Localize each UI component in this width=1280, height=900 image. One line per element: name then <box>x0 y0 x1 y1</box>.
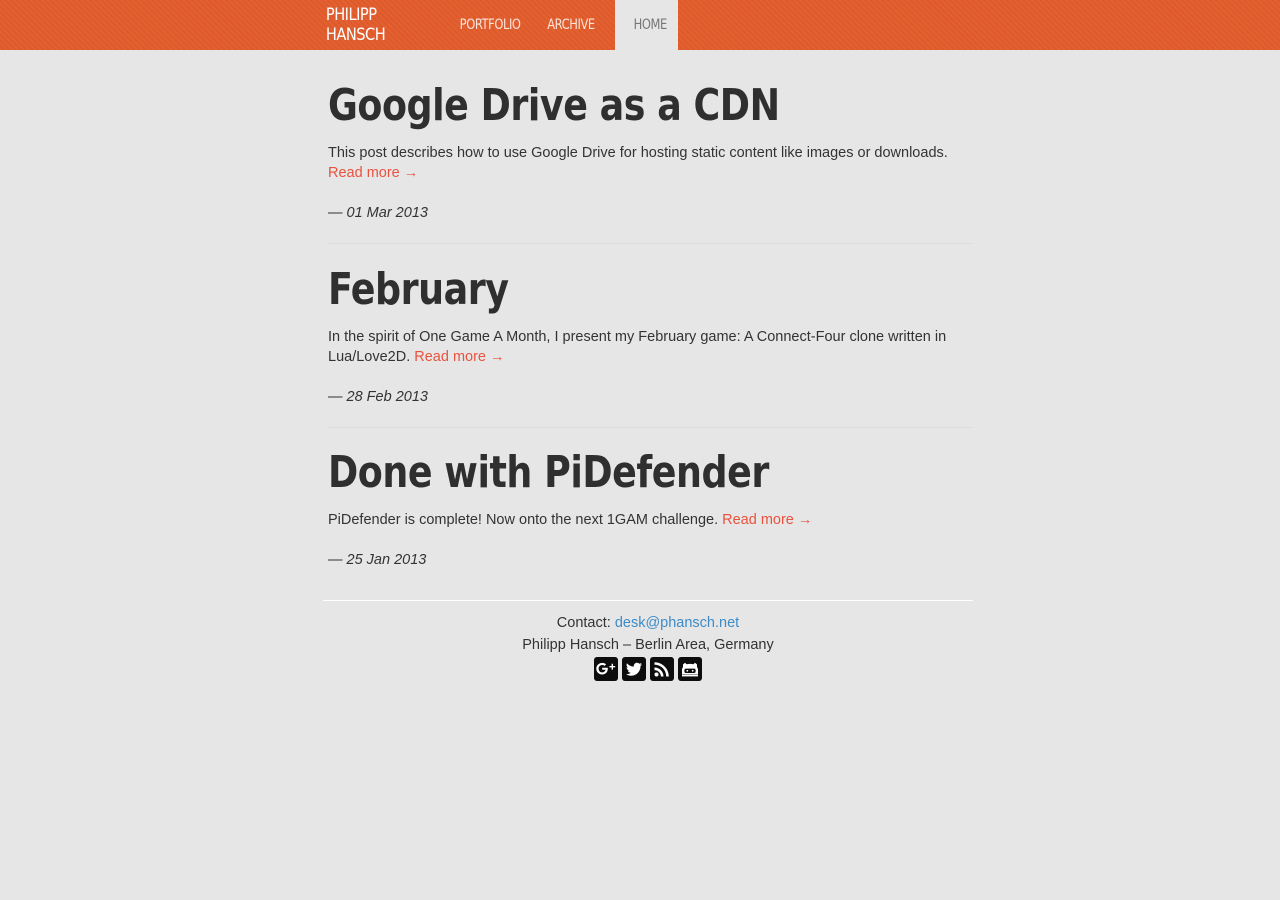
brand-link[interactable]: PHILIPP HANSCH <box>313 0 421 50</box>
read-more-link[interactable]: Read more → <box>414 349 504 365</box>
nav-item-home-label: HOME <box>633 17 668 33</box>
post-divider <box>328 243 973 244</box>
post-excerpt: In the spirit of One Game A Month, I pre… <box>328 327 968 367</box>
post-title[interactable]: Google Drive as a CDN <box>328 81 917 131</box>
post-date: — 28 Feb 2013 <box>328 389 428 405</box>
read-more-link[interactable]: Read more → <box>722 512 812 528</box>
twitter-icon[interactable] <box>622 657 646 681</box>
google-plus-icon[interactable] <box>594 657 618 681</box>
nav-item-archive[interactable]: ARCHIVE <box>527 0 615 50</box>
post-excerpt: PiDefender is complete! Now onto the nex… <box>328 510 968 530</box>
footer-contact: Contact: desk@phansch.net <box>323 612 973 634</box>
post-title[interactable]: February <box>328 265 917 315</box>
social-links <box>323 657 973 681</box>
footer: Contact: desk@phansch.net Philipp Hansch… <box>323 612 973 681</box>
post-item: Done with PiDefender PiDefender is compl… <box>328 448 968 570</box>
nav-item-portfolio[interactable]: PORTFOLIO <box>438 0 527 50</box>
post-divider <box>328 427 973 428</box>
nav-item-archive-label: ARCHIVE <box>547 17 595 33</box>
post-excerpt-text: This post describes how to use Google Dr… <box>328 145 948 161</box>
email-link[interactable]: desk@phansch.net <box>615 615 739 631</box>
read-more-link[interactable]: Read more → <box>328 165 418 181</box>
post-item: February In the spirit of One Game A Mon… <box>328 265 968 407</box>
rss-icon[interactable] <box>650 657 674 681</box>
post-item: Google Drive as a CDN This post describe… <box>328 81 968 223</box>
post-date: — 25 Jan 2013 <box>328 552 427 568</box>
top-navbar: PHILIPP HANSCH PORTFOLIO ARCHIVE HOME <box>0 0 1280 50</box>
footer-divider <box>323 600 973 601</box>
footer-location: Philipp Hansch – Berlin Area, Germany <box>522 637 774 653</box>
post-title[interactable]: Done with PiDefender <box>328 448 917 498</box>
nav-item-portfolio-label: PORTFOLIO <box>459 17 521 33</box>
post-excerpt-text: PiDefender is complete! Now onto the nex… <box>328 512 719 528</box>
post-excerpt: This post describes how to use Google Dr… <box>328 143 968 183</box>
nav-item-home[interactable]: HOME <box>615 0 678 50</box>
github-icon[interactable] <box>678 657 702 681</box>
navbar-inner: PHILIPP HANSCH PORTFOLIO ARCHIVE HOME <box>313 0 678 50</box>
contact-label: Contact: <box>556 615 611 631</box>
post-date: — 01 Mar 2013 <box>328 205 428 221</box>
